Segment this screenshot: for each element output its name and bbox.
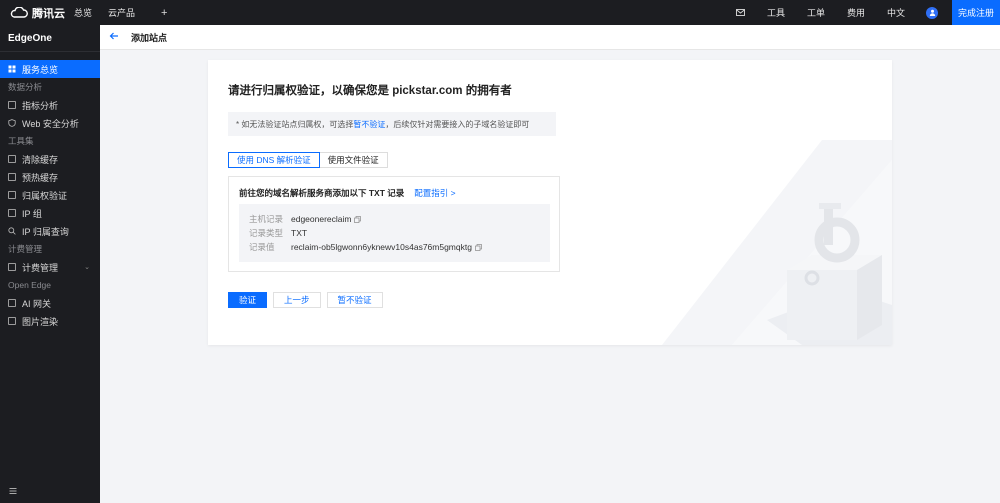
- ai-gateway-icon: [8, 299, 16, 307]
- record-value-text: edgeonereclaim: [291, 214, 352, 224]
- top-bar: 腾讯云 总览 云产品 + 工具 工单 费用 中文 完成注册: [0, 0, 1000, 25]
- arrow-left-icon: [109, 32, 118, 40]
- cloud-logo-icon: [10, 7, 28, 18]
- action-buttons: 验证 上一步 暂不验证: [228, 292, 383, 308]
- top-nav: 总览 云产品: [66, 6, 143, 19]
- logo-text: 腾讯云: [32, 7, 65, 20]
- sidebar-item[interactable]: 预热缓存: [0, 168, 100, 186]
- sidebar-item[interactable]: IP 组: [0, 204, 100, 222]
- collapse-sidebar-icon[interactable]: [9, 487, 17, 495]
- notice-skip-link[interactable]: 暂不验证: [353, 119, 385, 130]
- sidebar-item[interactable]: 清除缓存: [0, 150, 100, 168]
- avatar[interactable]: [926, 6, 938, 19]
- sidebar: EdgeOne 服务总览数据分析指标分析 Web 安全分析工具集清除缓存预热缓存归…: [0, 25, 100, 503]
- record-table: 主机记录 edgeonereclaim 记录类型 TXT 记录值 reclaim…: [239, 204, 550, 262]
- image-icon: [8, 317, 16, 325]
- sidebar-group-label: 工具集: [8, 136, 34, 146]
- preheat-icon: [8, 173, 16, 181]
- previous-step-button[interactable]: 上一步: [273, 292, 321, 308]
- complete-registration-button[interactable]: 完成注册: [952, 0, 1000, 25]
- copy-icon[interactable]: [354, 215, 362, 223]
- page-title: 添加站点: [131, 32, 168, 43]
- verify-button[interactable]: 验证: [228, 292, 268, 308]
- record-row-value: 记录值 reclaim-ob5lgwonn6yknewv10s4as76m5gm…: [249, 240, 540, 254]
- sidebar-item-label: 清除缓存: [22, 154, 59, 165]
- record-value: edgeonereclaim: [291, 214, 362, 224]
- record-header: 前往您的域名解析服务商添加以下 TXT 记录 配置指引 >: [239, 187, 456, 199]
- nav-billing[interactable]: 费用: [836, 0, 876, 25]
- sidebar-item[interactable]: Web 安全分析: [0, 114, 100, 132]
- add-tab-button[interactable]: +: [161, 7, 167, 19]
- record-row-host: 主机记录 edgeonereclaim: [249, 212, 540, 226]
- clear-icon: [8, 155, 16, 163]
- verification-card: 请进行归属权验证，以确保您是 pickstar.com 的拥有者 * 如无法验证…: [208, 60, 892, 345]
- record-value: reclaim-ob5lgwonn6yknewv10s4as76m5gmqktg: [291, 242, 482, 252]
- nav-tools[interactable]: 工具: [756, 0, 796, 25]
- config-guide-link[interactable]: 配置指引 >: [414, 187, 455, 199]
- sidebar-item-label: 计费管理: [22, 262, 59, 273]
- nav-tickets[interactable]: 工单: [796, 0, 836, 25]
- language-switch[interactable]: 中文: [876, 0, 916, 25]
- sidebar-item-label: 归属权验证: [22, 190, 68, 201]
- search-icon: [8, 227, 16, 235]
- product-name: EdgeOne: [8, 33, 52, 44]
- back-button[interactable]: [109, 31, 119, 43]
- record-key: 主机记录: [249, 214, 284, 224]
- sidebar-item[interactable]: 计费管理 ⌄: [0, 258, 100, 276]
- sidebar-item-label: IP 组: [22, 208, 42, 219]
- record-row-type: 记录类型 TXT: [249, 226, 540, 240]
- sidebar-item-label: 图片渲染: [22, 316, 59, 327]
- sidebar-group-label: 计费管理: [8, 244, 43, 254]
- record-value: TXT: [291, 228, 307, 238]
- sidebar-item-label: Web 安全分析: [22, 118, 79, 129]
- sidebar-item[interactable]: AI 网关: [0, 294, 100, 312]
- card-title: 请进行归属权验证，以确保您是 pickstar.com 的拥有者: [228, 85, 512, 97]
- logo[interactable]: 腾讯云: [0, 5, 66, 21]
- sidebar-item-label: 服务总览: [22, 64, 59, 75]
- sidebar-item-label: 预热缓存: [22, 172, 59, 183]
- sidebar-divider: [0, 51, 100, 52]
- shield-icon: [8, 119, 16, 127]
- sidebar-item[interactable]: IP 归属查询: [0, 222, 100, 240]
- top-right-menu: 工具 工单 费用 中文 完成注册: [725, 0, 1000, 25]
- record-value-text: TXT: [291, 228, 308, 238]
- sidebar-item-label: AI 网关: [22, 298, 52, 309]
- sidebar-list: 服务总览数据分析指标分析 Web 安全分析工具集清除缓存预热缓存归属权验证 IP 组…: [0, 60, 100, 330]
- tab-file-verification[interactable]: 使用文件验证: [319, 152, 388, 168]
- chevron-down-icon[interactable]: ⌄: [84, 263, 90, 271]
- page-header: 添加站点: [100, 25, 1000, 50]
- copy-icon[interactable]: [475, 243, 482, 251]
- sidebar-item-label: IP 归属查询: [22, 226, 69, 237]
- mail-button[interactable]: [725, 0, 756, 25]
- billing-icon: [8, 263, 16, 271]
- tab-dns-verification[interactable]: 使用 DNS 解析验证: [228, 152, 320, 168]
- grid-icon: [8, 65, 16, 73]
- notice-suffix: ，后续仅针对需要接入的子域名验证即可: [385, 119, 530, 129]
- txt-record-box: 前往您的域名解析服务商添加以下 TXT 记录 配置指引 > 主机记录 edgeo…: [228, 176, 560, 272]
- record-key: 记录值: [249, 242, 275, 252]
- record-key: 记录类型: [249, 228, 284, 238]
- sidebar-item[interactable]: 指标分析: [0, 96, 100, 114]
- skip-verification-button[interactable]: 暂不验证: [326, 292, 383, 308]
- ip-group-icon: [8, 209, 16, 217]
- record-value-text: reclaim-ob5lgwonn6yknewv10s4as76m5gmqktg: [291, 242, 472, 252]
- chart-icon: [8, 101, 16, 109]
- record-title: 前往您的域名解析服务商添加以下 TXT 记录: [239, 188, 405, 198]
- verification-illustration: [662, 140, 892, 345]
- sidebar-item[interactable]: 服务总览: [0, 60, 100, 78]
- mail-icon: [735, 9, 745, 16]
- user-icon: [929, 9, 935, 16]
- nav-overview[interactable]: 总览: [66, 6, 100, 19]
- sidebar-item-label: 指标分析: [22, 100, 59, 111]
- verification-tabs: 使用 DNS 解析验证 使用文件验证: [228, 152, 388, 168]
- sidebar-item[interactable]: 归属权验证: [0, 186, 100, 204]
- sidebar-item[interactable]: 图片渲染: [0, 312, 100, 330]
- sidebar-group-label: Open Edge: [8, 280, 52, 290]
- verify-icon: [8, 191, 16, 199]
- notice-banner: * 如无法验证站点归属权，可选择 暂不验证 ，后续仅针对需要接入的子域名验证即可: [228, 112, 556, 136]
- notice-prefix: * 如无法验证站点归属权，可选择: [236, 119, 354, 129]
- nav-products[interactable]: 云产品: [100, 6, 143, 19]
- sidebar-group-label: 数据分析: [8, 82, 43, 92]
